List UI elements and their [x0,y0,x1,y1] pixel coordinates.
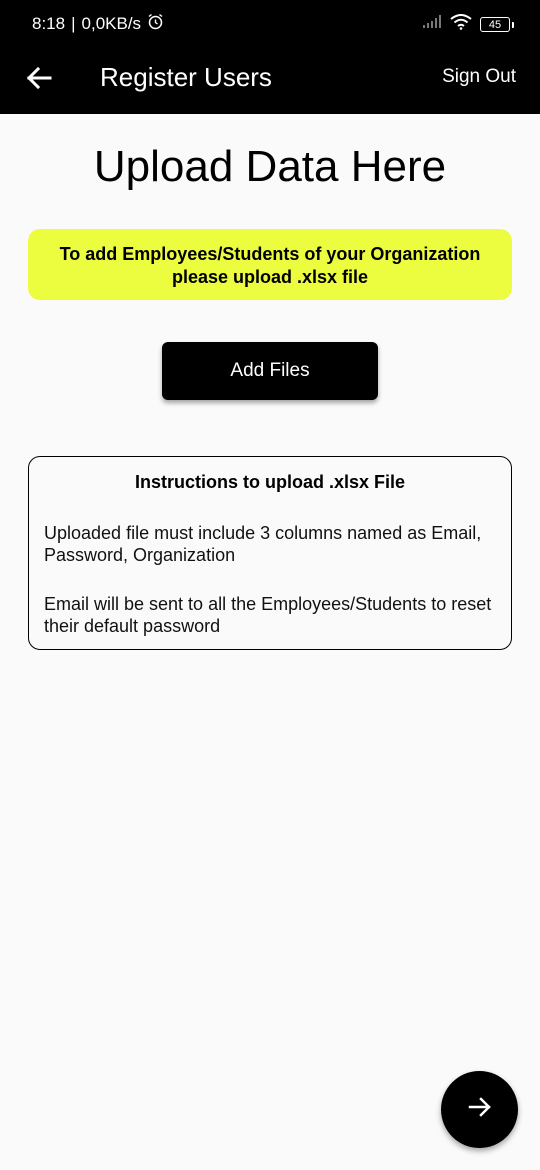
network-speed: 0,0KB/s [81,14,142,33]
page-title: Upload Data Here [93,142,447,191]
sign-out-button[interactable]: Sign Out [442,66,516,88]
notice-line-1: To add Employees/Students of your Organi… [59,244,481,264]
status-right: 45 [422,14,514,35]
instructions-card: Instructions to upload .xlsx File Upload… [28,456,512,650]
battery-icon: 45 [480,17,514,32]
add-files-button[interactable]: Add Files [162,342,378,400]
signal-icon [422,15,442,34]
status-time: 8:18 [32,14,66,33]
status-bar: 8:18 | 0,0KB/s 45 [0,0,540,48]
alarm-icon [147,13,164,35]
instruction-item: Uploaded file must include 3 columns nam… [44,523,482,565]
status-separator: | [71,14,76,33]
app-title: Register Users [100,62,272,92]
status-left: 8:18 | 0,0KB/s [32,13,164,35]
forward-arrow-icon [466,1093,494,1126]
wifi-icon [450,14,472,35]
instruction-item: Email will be sent to all the Employees/… [44,594,492,636]
notice-line-2: please upload .xlsx file [171,267,369,287]
upload-notice: To add Employees/Students of your Organi… [28,229,512,300]
app-bar: Register Users Sign Out [0,48,540,114]
back-arrow-icon[interactable] [22,61,56,95]
instructions-title: Instructions to upload .xlsx File [134,472,406,492]
next-button[interactable] [441,1071,518,1148]
